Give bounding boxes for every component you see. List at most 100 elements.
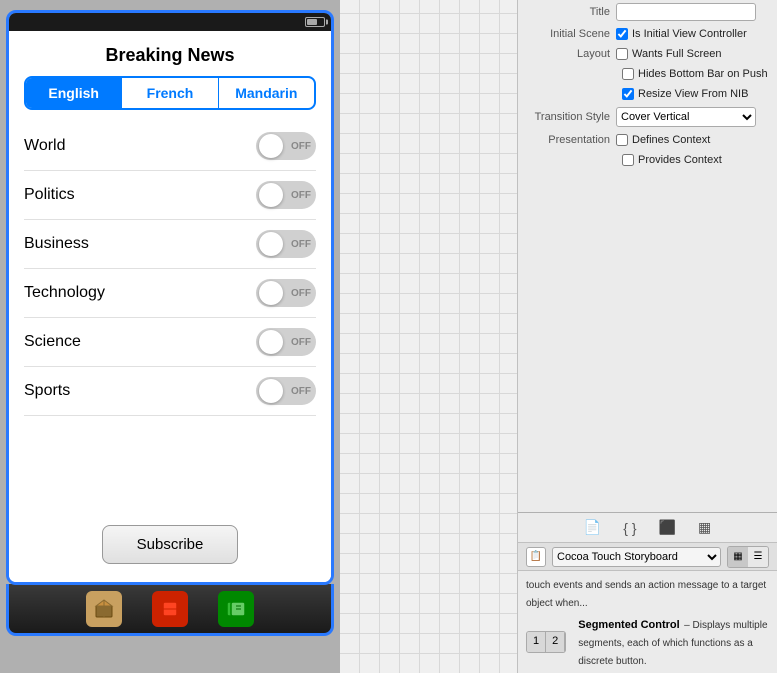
right-bottom: 📄 { } ⬛ ▦ 📋 Cocoa Touch Storyboard ▦ ☰ t…	[518, 512, 777, 673]
news-science-label: Science	[24, 333, 81, 351]
wants-fullscreen-row: Layout Wants Full Screen	[518, 44, 777, 64]
initial-scene-row: Initial Scene Is Initial View Controller	[518, 24, 777, 44]
description-area: touch events and sends an action message…	[518, 571, 777, 611]
toggle-knob	[259, 330, 283, 354]
cube-small-icon[interactable]: ⬛	[654, 517, 681, 538]
list-item: Science OFF	[24, 318, 316, 367]
title-input[interactable]	[616, 3, 756, 21]
transition-row: Transition Style Cover Vertical	[518, 104, 777, 130]
segmented-widget-row: 1 2 Segmented Control – Displays multipl…	[518, 611, 777, 673]
right-wrapper: Title Initial Scene Is Initial View Cont…	[340, 0, 777, 673]
technology-toggle[interactable]: OFF	[256, 279, 316, 307]
world-toggle[interactable]: OFF	[256, 132, 316, 160]
news-list: World OFF Politics OFF Business	[9, 122, 331, 505]
app-title: Breaking News	[9, 31, 331, 76]
toggle-knob	[259, 134, 283, 158]
resize-view-row: Resize View From NIB	[614, 84, 777, 104]
business-toggle[interactable]: OFF	[256, 230, 316, 258]
wants-fullscreen-checkbox[interactable]	[616, 48, 628, 60]
science-toggle[interactable]: OFF	[256, 328, 316, 356]
segment-french[interactable]: French	[122, 78, 218, 108]
green-icon	[225, 598, 247, 620]
defines-context-row: Presentation Defines Context	[518, 130, 777, 150]
list-item: Business OFF	[24, 220, 316, 269]
toolbar-icon-green[interactable]	[218, 591, 254, 627]
news-world-label: World	[24, 137, 66, 155]
segmented-title: Segmented Control	[578, 619, 679, 631]
hides-bottom-bar-row: Hides Bottom Bar on Push	[614, 64, 777, 84]
toggle-label: OFF	[291, 288, 311, 299]
provides-context-label: Provides Context	[638, 154, 722, 166]
storyboard-select[interactable]: Cocoa Touch Storyboard	[552, 547, 721, 567]
seg-num-2: 2	[546, 632, 565, 652]
wants-fullscreen-label: Wants Full Screen	[632, 48, 721, 60]
toggle-label: OFF	[291, 239, 311, 250]
initial-scene-label: Initial Scene	[526, 28, 616, 40]
resize-view-checkbox[interactable]	[622, 88, 634, 100]
icon-toolbar: 📄 { } ⬛ ▦	[518, 513, 777, 543]
code-icon[interactable]: { }	[618, 518, 641, 538]
grid-icon[interactable]: ▦	[693, 517, 716, 538]
list-item: Sports OFF	[24, 367, 316, 416]
segment-control[interactable]: English French Mandarin	[24, 76, 316, 110]
resize-view-label: Resize View From NIB	[638, 88, 748, 100]
canvas-area	[340, 0, 517, 673]
toolbar-icon-red[interactable]	[152, 591, 188, 627]
storyboard-bar: 📋 Cocoa Touch Storyboard ▦ ☰	[518, 543, 777, 571]
red-icon	[159, 598, 181, 620]
storyboard-icon: 📋	[526, 547, 546, 567]
sports-toggle[interactable]: OFF	[256, 377, 316, 405]
toggle-label: OFF	[291, 141, 311, 152]
segment-mandarin[interactable]: Mandarin	[219, 78, 314, 108]
toolbar-icon-tan[interactable]	[86, 591, 122, 627]
list-view-button[interactable]: ☰	[748, 547, 768, 567]
segment-english[interactable]: English	[26, 78, 122, 108]
politics-toggle[interactable]: OFF	[256, 181, 316, 209]
hides-bottom-bar-checkbox[interactable]	[622, 68, 634, 80]
cube-icon	[93, 598, 115, 620]
news-business-label: Business	[24, 235, 89, 253]
toggle-knob	[259, 281, 283, 305]
file-icon[interactable]: 📄	[579, 517, 606, 538]
battery-fill	[307, 19, 317, 25]
grid-view-button[interactable]: ▦	[728, 547, 748, 567]
list-item: World OFF	[24, 122, 316, 171]
hides-bottom-bar-label: Hides Bottom Bar on Push	[638, 68, 768, 80]
transition-label: Transition Style	[526, 111, 616, 123]
battery-icon	[305, 17, 325, 27]
left-panel: Breaking News English French Mandarin Wo…	[0, 0, 340, 673]
transition-select[interactable]: Cover Vertical	[616, 107, 756, 127]
provides-context-checkbox[interactable]	[622, 154, 634, 166]
view-toggle: ▦ ☰	[727, 546, 769, 568]
iphone-content: Breaking News English French Mandarin Wo…	[9, 31, 331, 582]
layout-label: Layout	[526, 48, 616, 60]
description-text: touch events and sends an action message…	[526, 580, 766, 609]
title-row: Title	[518, 0, 777, 24]
initial-scene-checkbox[interactable]	[616, 28, 628, 40]
subscribe-area: Subscribe	[9, 505, 331, 582]
segmented-preview: 1 2	[526, 631, 566, 653]
title-label: Title	[526, 6, 616, 18]
iphone-frame: Breaking News English French Mandarin Wo…	[6, 10, 334, 585]
news-technology-label: Technology	[24, 284, 105, 302]
news-sports-label: Sports	[24, 382, 70, 400]
defines-context-label: Defines Context	[632, 134, 710, 146]
news-politics-label: Politics	[24, 186, 75, 204]
provides-context-row: Provides Context	[614, 150, 777, 170]
status-bar	[9, 13, 331, 31]
toggle-label: OFF	[291, 337, 311, 348]
toggle-label: OFF	[291, 190, 311, 201]
toggle-knob	[259, 232, 283, 256]
subscribe-button[interactable]: Subscribe	[102, 525, 239, 564]
seg-num-1: 1	[527, 632, 546, 652]
defines-context-checkbox[interactable]	[616, 134, 628, 146]
toggle-knob	[259, 183, 283, 207]
list-item: Politics OFF	[24, 171, 316, 220]
initial-scene-value: Is Initial View Controller	[632, 28, 747, 40]
toggle-knob	[259, 379, 283, 403]
toggle-label: OFF	[291, 386, 311, 397]
bottom-toolbar	[6, 584, 334, 636]
presentation-label: Presentation	[526, 134, 616, 146]
list-item: Technology OFF	[24, 269, 316, 318]
properties-panel: Title Initial Scene Is Initial View Cont…	[517, 0, 777, 673]
